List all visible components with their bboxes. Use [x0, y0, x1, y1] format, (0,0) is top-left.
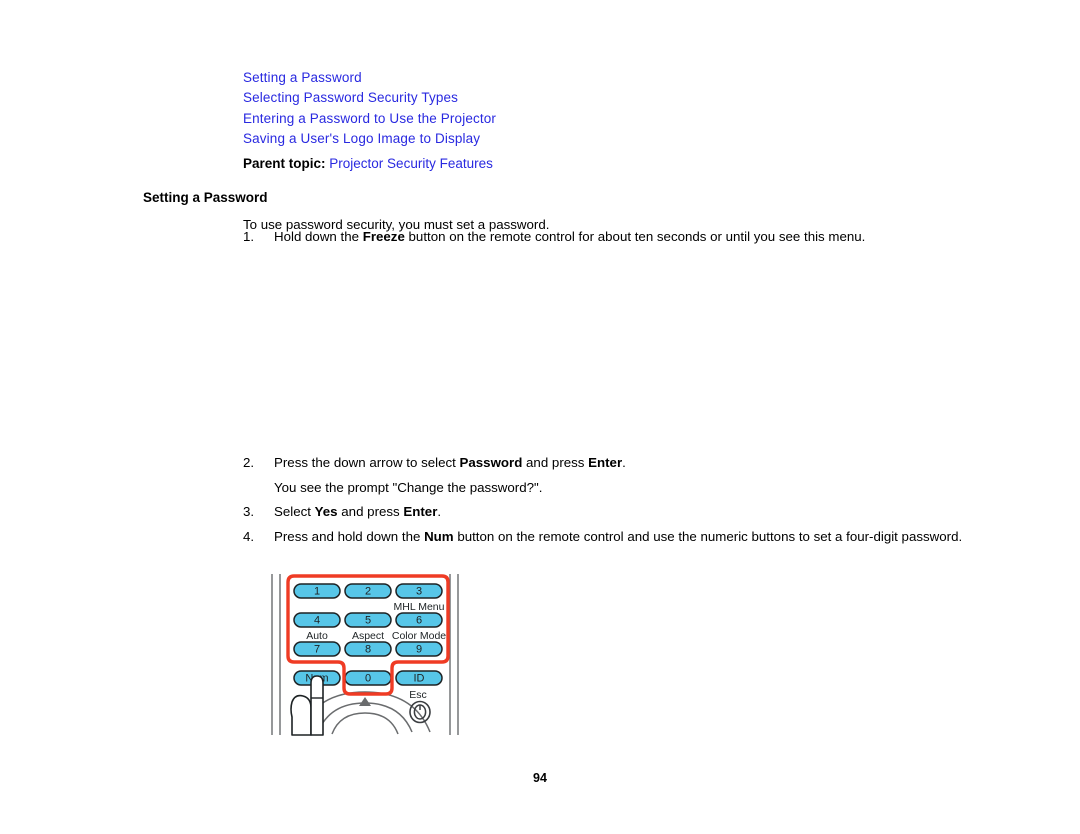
step-1-text: Hold down the Freeze button on the remot…	[274, 229, 866, 244]
remote-control-figure: Esc 1 2 3 MHL Menu 4 5 6 Auto Aspect Col…	[270, 572, 460, 737]
parent-topic: Parent topic: Projector Security Feature…	[243, 155, 493, 173]
caption-color-mode: Color Mode	[392, 630, 446, 642]
svg-text:8: 8	[365, 644, 371, 656]
mouse-icon	[409, 700, 431, 724]
key-9[interactable]: 9	[395, 641, 443, 657]
key-6[interactable]: 6	[395, 612, 443, 628]
steps-upper: 1. Hold down the Freeze button on the re…	[243, 228, 943, 247]
svg-text:0: 0	[365, 673, 371, 685]
toc-link-entering-a-password[interactable]: Entering a Password to Use the Projector	[243, 109, 943, 129]
step-2-text: Press the down arrow to select Password …	[274, 455, 626, 470]
key-2[interactable]: 2	[344, 583, 392, 599]
toc-link-selecting-password-security-types[interactable]: Selecting Password Security Types	[243, 88, 943, 108]
step-4-text: Press and hold down the Num button on th…	[274, 528, 963, 544]
toc-link-setting-a-password[interactable]: Setting a Password	[243, 68, 943, 88]
svg-text:6: 6	[416, 615, 422, 627]
step-4: 4. Press and hold down the Num button on…	[243, 528, 963, 547]
topic-link-list: Setting a Password Selecting Password Se…	[243, 68, 943, 149]
step-2: 2. Press the down arrow to select Passwo…	[243, 454, 963, 473]
steps-lower: 2. Press the down arrow to select Passwo…	[243, 454, 963, 552]
page-number: 94	[533, 771, 547, 785]
step-3-text: Select Yes and press Enter.	[274, 504, 442, 519]
parent-topic-link[interactable]: Projector Security Features	[329, 156, 493, 171]
toc-link-saving-a-users-logo-image[interactable]: Saving a User's Logo Image to Display	[243, 129, 943, 149]
svg-text:9: 9	[416, 644, 422, 656]
parent-topic-label: Parent topic:	[243, 156, 326, 171]
caption-auto: Auto	[306, 630, 328, 642]
caption-aspect: Aspect	[352, 630, 384, 642]
svg-text:ID: ID	[414, 673, 425, 685]
key-7[interactable]: 7	[293, 641, 341, 657]
key-id[interactable]: ID	[395, 670, 443, 686]
step-3-number: 3.	[243, 504, 255, 519]
svg-text:4: 4	[314, 615, 320, 627]
svg-text:1: 1	[314, 586, 320, 598]
svg-text:5: 5	[365, 615, 371, 627]
step-2-number: 2.	[243, 455, 255, 470]
step-4-number: 4.	[243, 528, 255, 544]
step-3: 3. Select Yes and press Enter.	[243, 503, 963, 522]
key-8[interactable]: 8	[344, 641, 392, 657]
step-1-number: 1.	[243, 229, 255, 244]
page-title: Setting a Password	[143, 190, 268, 206]
document-page: Setting a Password Selecting Password Se…	[0, 0, 1080, 834]
svg-text:3: 3	[416, 586, 422, 598]
step-1: 1. Hold down the Freeze button on the re…	[243, 228, 943, 247]
key-5[interactable]: 5	[344, 612, 392, 628]
key-0[interactable]: 0	[344, 670, 392, 686]
key-3[interactable]: 3	[395, 583, 443, 599]
esc-label: Esc	[409, 689, 427, 701]
svg-text:7: 7	[314, 644, 320, 656]
key-4[interactable]: 4	[293, 612, 341, 628]
up-arrow-icon	[359, 697, 371, 706]
key-1[interactable]: 1	[293, 583, 341, 599]
remote-control-illustration: Esc 1 2 3 MHL Menu 4 5 6 Auto Aspect Col…	[271, 574, 459, 736]
caption-mhl-menu: MHL Menu	[394, 601, 445, 613]
prompt-note: You see the prompt "Change the password?…	[274, 479, 543, 495]
svg-text:2: 2	[365, 586, 371, 598]
